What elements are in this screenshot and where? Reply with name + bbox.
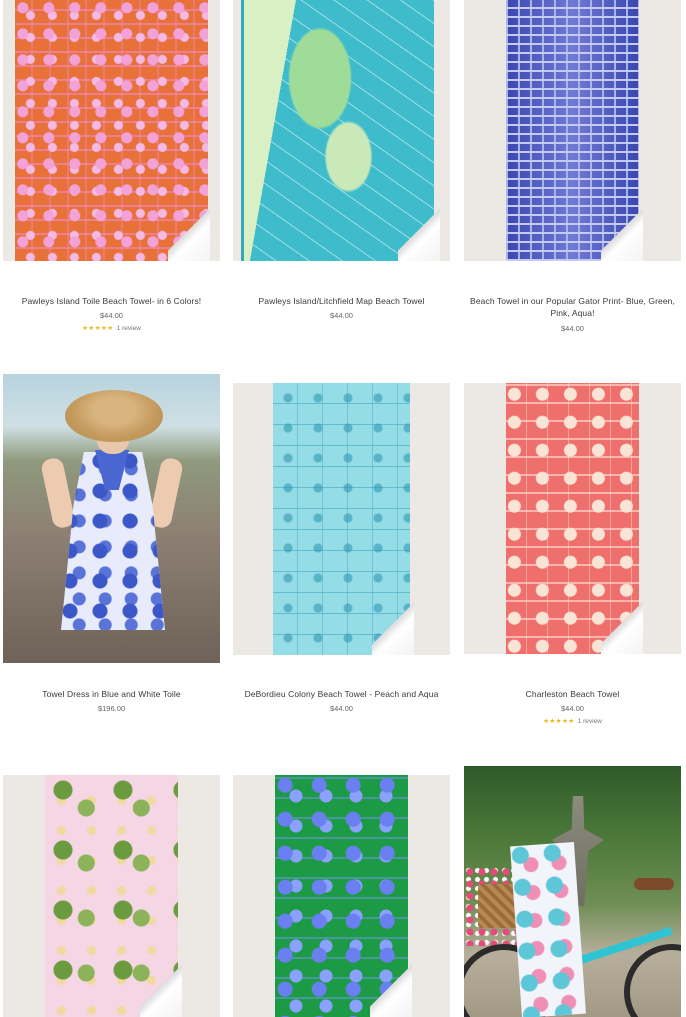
- product-rating[interactable]: ★★★★★ 1 review: [464, 717, 681, 725]
- towel-corner: [140, 961, 182, 1017]
- product-image[interactable]: [464, 383, 681, 654]
- product-rating[interactable]: ★★★★★ 1 review: [3, 324, 220, 332]
- product-price: $196.00: [97, 704, 126, 713]
- towel-corner: [601, 598, 643, 654]
- towel-corner: [398, 205, 440, 261]
- product-title[interactable]: Pawleys Island Toile Beach Towel- in 6 C…: [9, 295, 214, 307]
- product-price: $44.00: [330, 311, 353, 320]
- product-image[interactable]: [233, 0, 450, 261]
- product-title[interactable]: Beach Towel in our Popular Gator Print- …: [470, 295, 675, 319]
- photo-detail: [624, 944, 681, 1017]
- review-count: 1 review: [116, 325, 141, 332]
- product-image[interactable]: [3, 0, 220, 261]
- product-price: $44.00: [100, 311, 123, 320]
- product-image[interactable]: [3, 374, 220, 663]
- product-image[interactable]: [3, 775, 220, 1017]
- product-image[interactable]: [464, 766, 681, 1017]
- photo-detail: [510, 841, 586, 1017]
- photo-detail: [634, 878, 674, 890]
- product-title[interactable]: Towel Dress in Blue and White Toile: [9, 688, 214, 700]
- photo-detail: [65, 390, 163, 442]
- star-rating-icon: ★★★★★: [82, 325, 114, 332]
- product-title[interactable]: Charleston Beach Towel: [470, 688, 675, 700]
- product-price: $44.00: [330, 704, 353, 713]
- towel-corner: [372, 599, 414, 655]
- product-image[interactable]: [233, 383, 450, 655]
- product-title[interactable]: Pawleys Island/Litchfield Map Beach Towe…: [239, 295, 444, 307]
- product-image[interactable]: [464, 0, 681, 261]
- photo-detail: [39, 456, 77, 530]
- towel-corner: [370, 961, 412, 1017]
- towel-corner: [601, 205, 643, 261]
- product-title[interactable]: DeBordieu Colony Beach Towel - Peach and…: [239, 688, 444, 700]
- product-price: $44.00: [561, 704, 584, 713]
- star-rating-icon: ★★★★★: [543, 718, 575, 725]
- product-price: $44.00: [561, 324, 584, 333]
- product-image[interactable]: [233, 775, 450, 1017]
- towel-corner: [168, 205, 210, 261]
- review-count: 1 review: [577, 718, 602, 725]
